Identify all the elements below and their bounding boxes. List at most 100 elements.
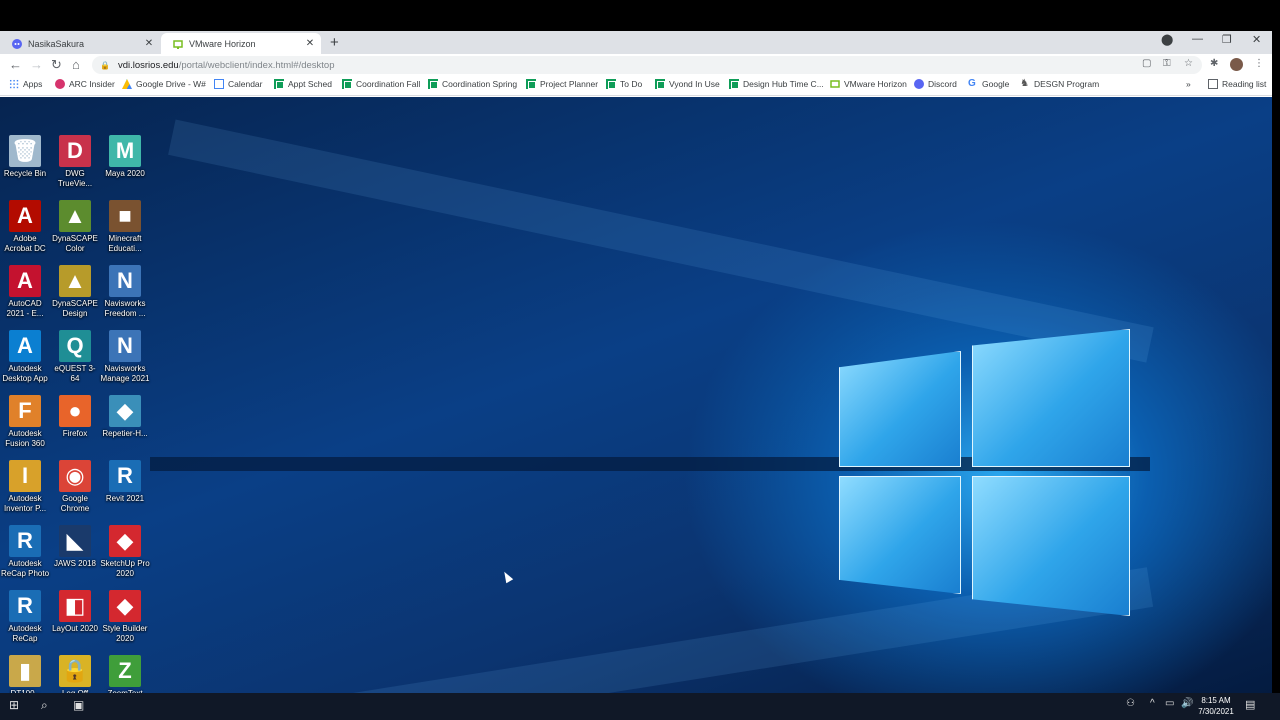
bookmark-vmware-horizon[interactable]: VMware Horizon	[830, 79, 907, 89]
new-tab-button[interactable]: +	[330, 34, 339, 51]
desktop-icon[interactable]: 🔒Log Off	[50, 655, 100, 693]
desktop-icon[interactable]: ◆ Style Builder 2020	[100, 590, 150, 644]
bookmark-desgn-program[interactable]: ♞ DESGN Program	[1020, 79, 1099, 90]
close-tab-icon[interactable]: ✕	[303, 38, 317, 49]
back-button[interactable]: ←	[9, 57, 22, 72]
desktop-icon[interactable]: ▲ DynaSCAPE Design	[50, 265, 100, 319]
page-action-icon[interactable]: ▢	[1142, 58, 1151, 69]
bookmark-discord[interactable]: Discord	[914, 79, 957, 89]
desktop-icon[interactable]: R Revit 2021	[100, 460, 150, 504]
bookmark-to-do[interactable]: To Do	[606, 79, 642, 89]
bookmark-calendar[interactable]: Calendar	[214, 79, 263, 89]
bookmark-label: Calendar	[228, 79, 263, 89]
desktop-icon-label: Style Builder 2020	[102, 624, 148, 643]
desktop-icon[interactable]: ◉ Google Chrome	[50, 460, 100, 514]
desktop-icon[interactable]: ◧ LayOut 2020	[50, 590, 100, 634]
remote-desktop[interactable]: 🗑 Recycle Bin D DWG TrueVie... M Maya 2020 A Ad…	[0, 97, 1272, 693]
bookmark-appt-sched[interactable]: Appt Sched	[274, 79, 332, 89]
taskbar-clock[interactable]: 8:15 AM 7/30/2021	[1196, 695, 1236, 717]
chevron-up-icon[interactable]: ^	[1150, 698, 1155, 709]
desktop-icon-label: Navisworks Freedom ...	[104, 299, 146, 318]
desktop-icon[interactable]: R Autodesk ReCap Photo	[0, 525, 50, 579]
extensions-icon[interactable]: ✱	[1210, 58, 1218, 69]
desktop-icon-label: LayOut 2020	[52, 624, 98, 633]
desktop-icon[interactable]: F Autodesk Fusion 360	[0, 395, 50, 449]
tab-vmware-horizon[interactable]: VMware Horizon ✕	[161, 33, 321, 54]
volume-icon[interactable]: 🔊	[1181, 698, 1193, 709]
desktop-icon[interactable]: ◆ Repetier-H...	[100, 395, 150, 439]
tab-nasikasakura[interactable]: NasikaSakura ✕	[0, 33, 160, 54]
bookmark-label: VMware Horizon	[844, 79, 907, 89]
desktop-icon[interactable]: ■ Minecraft Educati...	[100, 200, 150, 254]
url-domain: vdi.losrios.edu	[117, 59, 179, 71]
bookmark-label: Coordination Spring	[442, 79, 518, 89]
desktop-icon-label: eQUEST 3-64	[54, 364, 96, 383]
start-windows-icon[interactable]: ⊞	[9, 698, 19, 712]
desktop-icon[interactable]: ▲ DynaSCAPE Color	[50, 200, 100, 254]
star-icon[interactable]: ☆	[1184, 58, 1193, 69]
task-view-icon[interactable]: ▣	[73, 698, 84, 712]
notifications-icon[interactable]: ▤	[1245, 698, 1255, 711]
bookmark-google[interactable]: G Google	[968, 79, 1009, 90]
avatar[interactable]	[1230, 58, 1243, 71]
lock-icon[interactable]: 🔒	[100, 61, 110, 70]
desktop-icon[interactable]: M Maya 2020	[100, 135, 150, 179]
reload-button[interactable]: ↻	[51, 57, 62, 73]
close-tab-icon[interactable]: ✕	[142, 38, 156, 49]
network-icon[interactable]: ▭	[1165, 698, 1174, 709]
search-icon[interactable]: ⌕	[41, 698, 48, 713]
desktop-icon[interactable]: N Navisworks Manage 2021	[100, 330, 150, 384]
tab-strip: NasikaSakura ✕ VMware Horizon ✕ + ⬤ — ❐ …	[0, 31, 1272, 54]
desktop-icon[interactable]: R Autodesk ReCap	[0, 590, 50, 644]
maximize-button[interactable]: ❐	[1222, 33, 1232, 46]
bookmark-coordination-spring[interactable]: Coordination Spring	[428, 79, 517, 89]
bookmark-project-planner[interactable]: Project Planner	[526, 79, 598, 89]
desktop-icon[interactable]: ◣ JAWS 2018	[50, 525, 100, 569]
home-button[interactable]: ⌂	[72, 57, 80, 72]
desktop-icon[interactable]: ◆ SketchUp Pro 2020	[100, 525, 150, 579]
desktop-icon[interactable]: A Autodesk Desktop App	[0, 330, 50, 384]
sheets-icon	[655, 79, 665, 89]
key-icon[interactable]: ⚿	[1163, 58, 1171, 69]
desktop-icon[interactable]: ● Firefox	[50, 395, 100, 439]
desktop-icon[interactable]: QeQUEST 3-64	[50, 330, 100, 384]
bookmark-google-drive[interactable]: Google Drive - W#	[122, 79, 206, 89]
autodesk-desktop-icon: A	[9, 330, 41, 362]
autocad-icon: A	[9, 265, 41, 297]
desktop-icon[interactable]: A AutoCAD 2021 - E...	[0, 265, 50, 319]
desktop-icon[interactable]: ZZoomText 2018	[100, 655, 150, 693]
desktop-icon-label: Revit 2021	[105, 494, 145, 503]
minecraft-icon: ■	[109, 200, 141, 232]
desktop-icon[interactable]: I Autodesk Inventor P...	[0, 460, 50, 514]
style-builder-icon: ◆	[109, 590, 141, 622]
desktop-icon[interactable]: D DWG TrueVie...	[50, 135, 100, 189]
close-window-button[interactable]: ✕	[1252, 33, 1261, 46]
bookmark-apps[interactable]: Apps	[9, 79, 42, 89]
people-icon[interactable]: ⚇	[1126, 698, 1135, 709]
recap-icon: R	[9, 590, 41, 622]
desktop-icon[interactable]: A Adobe Acrobat DC	[0, 200, 50, 254]
minimize-button[interactable]: —	[1192, 33, 1203, 45]
address-bar[interactable]: 🔒 vdi.losrios.edu /portal/webclient/inde…	[92, 56, 1202, 74]
sketchup-icon: ◆	[109, 525, 141, 557]
screen: NasikaSakura ✕ VMware Horizon ✕ + ⬤ — ❐ …	[0, 0, 1280, 720]
desktop-icon-label: SketchUp Pro 2020	[100, 559, 150, 578]
desktop-icon[interactable]: N Navisworks Freedom ...	[100, 265, 150, 319]
profile-menu-icon[interactable]: ⬤	[1161, 33, 1173, 46]
navisworks-freedom-icon: N	[109, 265, 141, 297]
menu-icon[interactable]: ⋮	[1254, 58, 1264, 69]
folder-icon: ▮	[9, 655, 41, 687]
desktop-icon[interactable]: ▮DT100 - Course ...	[0, 655, 50, 693]
reading-list-button[interactable]: Reading list	[1208, 79, 1266, 89]
bookmark-vyond-in-use[interactable]: Vyond In Use	[655, 79, 720, 89]
bookmark-label: Appt Sched	[288, 79, 332, 89]
bookmark-design-hub[interactable]: Design Hub Time C...	[729, 79, 824, 89]
bookmarks-overflow-button[interactable]: »	[1186, 79, 1191, 89]
bookmark-arc-insider[interactable]: ARC Insider	[55, 79, 115, 89]
forward-button[interactable]: →	[30, 57, 43, 72]
desktop-icon-label: Autodesk Fusion 360	[5, 429, 45, 448]
desktop-icon[interactable]: 🗑 Recycle Bin	[0, 135, 50, 179]
acrobat-icon: A	[9, 200, 41, 232]
reading-list-label: Reading list	[1222, 79, 1267, 89]
bookmark-coordination-fall[interactable]: Coordination Fall	[342, 79, 420, 89]
